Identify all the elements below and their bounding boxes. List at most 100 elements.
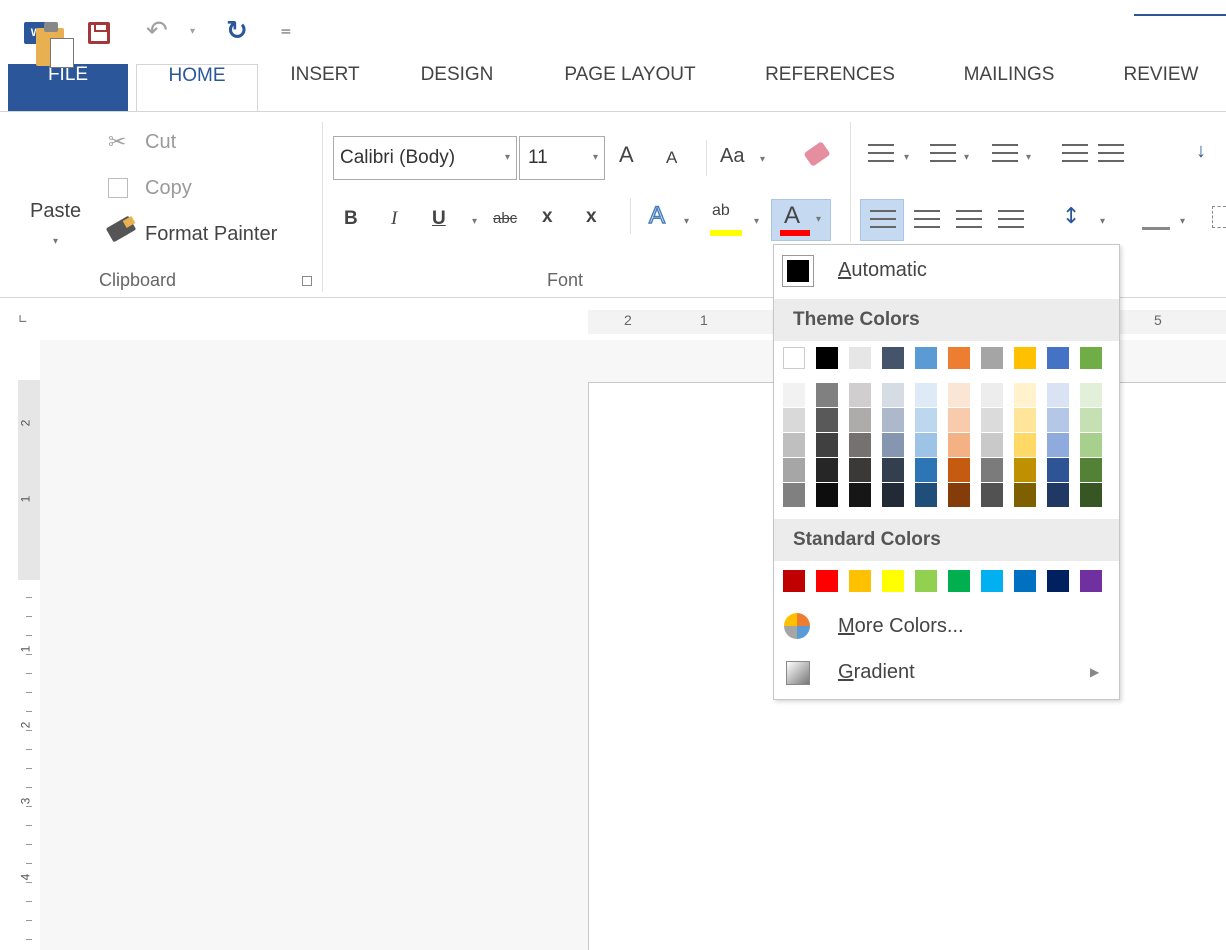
theme-shade-swatch[interactable]: [882, 433, 904, 457]
underline-button[interactable]: U: [432, 208, 446, 230]
theme-shade-swatch[interactable]: [1080, 408, 1102, 432]
justify-icon[interactable]: [998, 208, 1024, 230]
theme-shade-swatch[interactable]: [915, 483, 937, 507]
undo-icon[interactable]: ↶: [146, 16, 168, 46]
theme-shade-swatch[interactable]: [948, 458, 970, 482]
increase-indent-icon[interactable]: [1098, 142, 1124, 164]
theme-shade-swatch[interactable]: [882, 408, 904, 432]
bullets-icon[interactable]: [868, 142, 894, 164]
theme-shade-swatch[interactable]: [816, 483, 838, 507]
borders-icon[interactable]: [1212, 206, 1226, 228]
shading-caret[interactable]: ▾: [1180, 216, 1185, 227]
theme-shade-swatch[interactable]: [1080, 433, 1102, 457]
theme-shade-swatch[interactable]: [816, 458, 838, 482]
theme-color-swatch[interactable]: [783, 347, 805, 369]
highlight-caret[interactable]: ▾: [754, 216, 759, 227]
theme-color-swatch[interactable]: [882, 347, 904, 369]
theme-shade-swatch[interactable]: [1080, 383, 1102, 407]
multilevel-list-icon[interactable]: [992, 142, 1018, 164]
font-name-dropdown[interactable]: Calibri (Body) ▾: [333, 136, 517, 180]
standard-color-swatch[interactable]: [1014, 570, 1036, 592]
theme-shade-swatch[interactable]: [1014, 408, 1036, 432]
theme-shade-swatch[interactable]: [948, 408, 970, 432]
theme-shade-swatch[interactable]: [1047, 458, 1069, 482]
italic-button[interactable]: I: [391, 208, 397, 230]
theme-shade-swatch[interactable]: [915, 433, 937, 457]
multilevel-caret[interactable]: ▾: [1026, 152, 1031, 163]
change-case-caret[interactable]: ▾: [760, 154, 765, 165]
theme-shade-swatch[interactable]: [783, 458, 805, 482]
theme-shade-swatch[interactable]: [981, 458, 1003, 482]
font-size-dropdown[interactable]: 11 ▾: [519, 136, 605, 180]
save-icon[interactable]: [88, 22, 110, 44]
paste-button[interactable]: Paste: [30, 200, 81, 223]
redo-icon[interactable]: ↻: [226, 16, 248, 46]
theme-shade-swatch[interactable]: [783, 433, 805, 457]
standard-color-swatch[interactable]: [783, 570, 805, 592]
tab-review[interactable]: REVIEW: [1104, 64, 1218, 112]
highlight-color-button[interactable]: ab: [712, 202, 730, 220]
theme-shade-swatch[interactable]: [981, 433, 1003, 457]
underline-caret[interactable]: ▾: [472, 216, 477, 227]
theme-color-swatch[interactable]: [948, 347, 970, 369]
theme-color-swatch[interactable]: [915, 347, 937, 369]
theme-shade-swatch[interactable]: [816, 433, 838, 457]
paste-dropdown-caret[interactable]: ▾: [53, 236, 58, 247]
theme-shade-swatch[interactable]: [981, 483, 1003, 507]
theme-shade-swatch[interactable]: [816, 408, 838, 432]
superscript-button[interactable]: x: [586, 206, 597, 228]
theme-shade-swatch[interactable]: [1080, 483, 1102, 507]
theme-shade-swatch[interactable]: [1014, 483, 1036, 507]
bullets-caret[interactable]: ▾: [904, 152, 909, 163]
shrink-font-button[interactable]: A: [666, 148, 677, 168]
subscript-button[interactable]: x: [542, 206, 553, 228]
font-color-button[interactable]: A ▾: [771, 199, 831, 241]
sort-icon[interactable]: ↓: [1196, 140, 1206, 163]
theme-color-swatch[interactable]: [816, 347, 838, 369]
theme-color-swatch[interactable]: [1080, 347, 1102, 369]
theme-shade-swatch[interactable]: [816, 383, 838, 407]
standard-color-swatch[interactable]: [849, 570, 871, 592]
theme-shade-swatch[interactable]: [981, 383, 1003, 407]
theme-shade-swatch[interactable]: [1014, 383, 1036, 407]
theme-color-swatch[interactable]: [849, 347, 871, 369]
theme-shade-swatch[interactable]: [882, 458, 904, 482]
align-right-icon[interactable]: [956, 208, 982, 230]
automatic-item[interactable]: Automatic: [838, 259, 927, 282]
automatic-swatch[interactable]: [782, 255, 814, 287]
tab-selector-icon[interactable]: ∟: [18, 312, 40, 334]
text-effects-caret[interactable]: ▾: [684, 216, 689, 227]
text-effects-button[interactable]: A: [648, 201, 666, 230]
theme-shade-swatch[interactable]: [849, 458, 871, 482]
line-spacing-icon[interactable]: ↕: [1062, 204, 1080, 229]
theme-shade-swatch[interactable]: [849, 408, 871, 432]
theme-shade-swatch[interactable]: [783, 483, 805, 507]
theme-shade-swatch[interactable]: [915, 408, 937, 432]
customize-qat-button[interactable]: =: [280, 24, 292, 40]
align-center-icon[interactable]: [914, 208, 940, 230]
numbering-icon[interactable]: [930, 142, 956, 164]
shading-icon[interactable]: [1142, 204, 1170, 230]
theme-shade-swatch[interactable]: [1047, 433, 1069, 457]
theme-color-swatch[interactable]: [1014, 347, 1036, 369]
theme-color-swatch[interactable]: [981, 347, 1003, 369]
theme-shade-swatch[interactable]: [981, 408, 1003, 432]
bold-button[interactable]: B: [344, 208, 358, 230]
change-case-button[interactable]: Aa: [720, 145, 744, 168]
standard-color-swatch[interactable]: [948, 570, 970, 592]
theme-shade-swatch[interactable]: [1047, 408, 1069, 432]
theme-color-swatch[interactable]: [1047, 347, 1069, 369]
undo-dropdown-caret[interactable]: ▾: [190, 26, 195, 37]
tab-mailings[interactable]: MAILINGS: [938, 64, 1080, 112]
align-left-button[interactable]: [860, 199, 904, 241]
standard-color-swatch[interactable]: [882, 570, 904, 592]
theme-shade-swatch[interactable]: [882, 383, 904, 407]
standard-color-swatch[interactable]: [1080, 570, 1102, 592]
more-colors-item[interactable]: More Colors...: [838, 615, 964, 638]
tab-insert[interactable]: INSERT: [270, 64, 380, 112]
theme-shade-swatch[interactable]: [915, 383, 937, 407]
strikethrough-button[interactable]: abc: [493, 210, 517, 227]
tab-references[interactable]: REFERENCES: [748, 64, 912, 112]
numbering-caret[interactable]: ▾: [964, 152, 969, 163]
standard-color-swatch[interactable]: [915, 570, 937, 592]
